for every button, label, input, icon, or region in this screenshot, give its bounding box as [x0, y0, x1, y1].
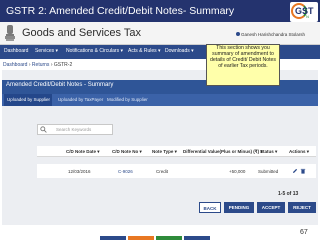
row-note-type: Credit	[156, 169, 169, 174]
breadcrumb-current: GSTR-2	[53, 62, 73, 68]
delete-icon[interactable]	[300, 168, 306, 174]
row-note-date: 12/03/2016	[68, 169, 91, 174]
footer-strip-orange	[128, 236, 154, 240]
row-value: +50,000	[229, 169, 246, 174]
breadcrumb-dashboard[interactable]: Dashboard	[3, 62, 27, 68]
col-status[interactable]: Status ▾	[260, 149, 277, 155]
col-actions[interactable]: Actions ▾	[289, 149, 309, 155]
nav-acts-rules[interactable]: Acts & Rules ▾	[128, 48, 161, 54]
tab-modified-by-supplier[interactable]: Modified by Supplier	[107, 97, 148, 102]
user-icon	[236, 32, 240, 36]
col-differential-value[interactable]: Differential Value(Plus or Minus) (₹) ▾	[183, 149, 263, 155]
row-status: Submitted	[258, 169, 279, 174]
user-name[interactable]: Ganesh Harishchandra Stolarsh	[241, 32, 305, 37]
back-button[interactable]: BACK	[199, 202, 221, 213]
card-title: Amended Credit/Debit Notes - Summary	[6, 82, 114, 88]
nav-services[interactable]: Services ▾	[35, 48, 58, 54]
callout-text: This section shows you summary of amendm…	[209, 45, 277, 70]
nav-dashboard[interactable]: Dashboard	[4, 48, 28, 54]
app-title: Goods and Services Tax	[22, 27, 142, 39]
search-icon	[40, 126, 47, 133]
footer-strip-blue-2	[184, 236, 210, 240]
national-emblem-icon	[5, 25, 15, 41]
page-number: 67	[300, 229, 308, 236]
row-note-no[interactable]: C-9026	[118, 169, 133, 174]
accept-button[interactable]: ACCEPT	[257, 202, 285, 213]
tab-uploaded-by-supplier[interactable]: Uploaded by Supplier	[7, 97, 50, 102]
nav-downloads[interactable]: Downloads ▾	[165, 48, 194, 54]
tab-uploaded-by-taxpayer[interactable]: Uploaded by TaxPayer	[58, 97, 103, 102]
reject-button[interactable]: REJECT	[288, 202, 316, 213]
pagination-count: 1-5 of 13	[278, 191, 299, 197]
breadcrumb-returns[interactable]: Returns	[32, 62, 50, 68]
breadcrumb: Dashboard › Returns › GSTR-2	[3, 62, 72, 68]
edit-icon[interactable]	[292, 168, 298, 174]
nav-notifications[interactable]: Notifications & Circulars ▾	[66, 48, 123, 54]
slide-title: GSTR 2: Amended Credit/Debit Notes- Summ…	[6, 5, 235, 17]
col-note-date[interactable]: C/D Note Date ▾	[66, 149, 100, 155]
footer-strip-blue	[100, 236, 126, 240]
footer-strip-green	[156, 236, 182, 240]
pending-button[interactable]: PENDING	[224, 202, 254, 213]
search-placeholder: Search Keywords	[56, 127, 92, 132]
col-note-type[interactable]: Note Type ▾	[152, 149, 177, 155]
gst-logo: GST N	[290, 2, 318, 22]
col-note-no[interactable]: C/D Note No ▾	[112, 149, 142, 155]
